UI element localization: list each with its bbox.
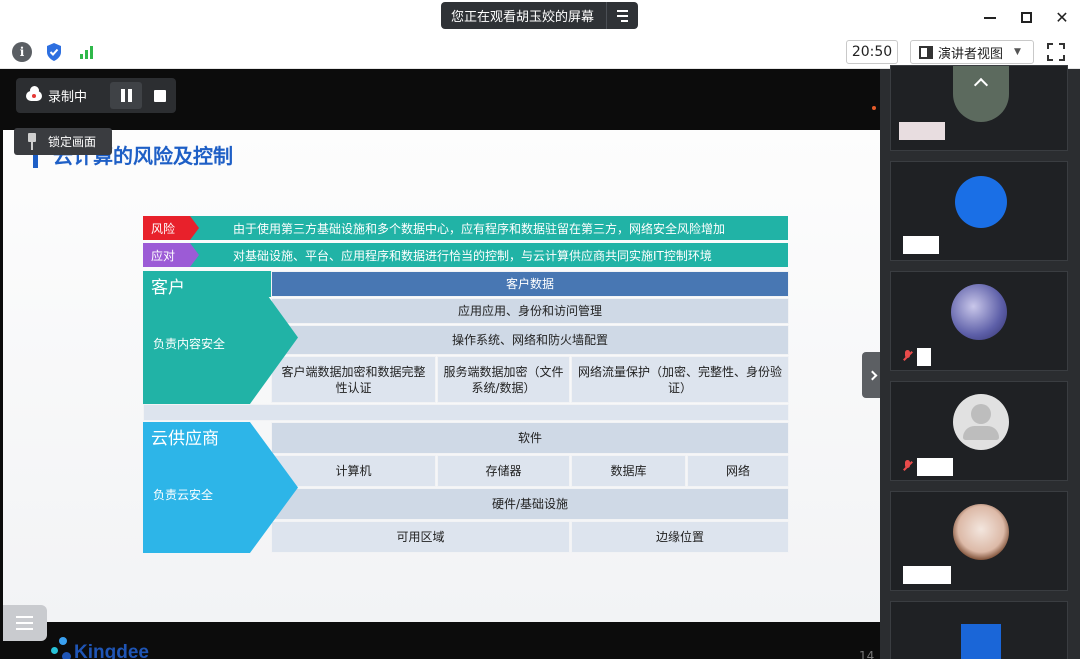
avatar (951, 284, 1007, 340)
edge-location-cell: 边缘位置 (571, 521, 789, 553)
risk-text: 由于使用第三方基础设施和多个数据中心，应有程序和数据驻留在第三方，网络安全风险增… (233, 221, 726, 236)
customer-subtitle: 负责内容安全 (153, 337, 226, 351)
avatar (953, 504, 1009, 560)
chevron-right-icon (867, 370, 877, 380)
close-icon: ✕ (1055, 8, 1069, 27)
customer-title: 客户 (151, 278, 185, 298)
pause-recording-button[interactable] (110, 82, 142, 109)
kingdee-logo: Kingdee (49, 635, 159, 659)
minimize-icon (984, 16, 996, 19)
minimize-button[interactable] (972, 0, 1008, 35)
signal-icon[interactable] (76, 42, 96, 62)
computer-cell: 计算机 (271, 455, 436, 487)
status-dot (872, 106, 876, 110)
hardware-cell: 硬件/基础设施 (271, 488, 789, 520)
participant-tile[interactable] (890, 381, 1068, 481)
name-tag (917, 348, 931, 366)
customer-data-cell: 客户数据 (271, 271, 789, 297)
presentation-slide: 云计算的风险及控制 风险 由于使用第三方基础设施和多个数据中心，应有程序和数据驻… (3, 130, 880, 659)
lock-view-label: 锁定画面 (48, 135, 97, 149)
mic-muted-icon (903, 460, 912, 472)
shield-icon[interactable] (44, 42, 64, 62)
availability-zone-cell: 可用区域 (271, 521, 570, 553)
avatar-head (971, 404, 991, 424)
traffic-protection-cell: 网络流量保护（加密、完整性、身份验证） (571, 356, 789, 403)
database-cell: 数据库 (571, 455, 686, 487)
maximize-button[interactable] (1008, 0, 1044, 35)
name-tag (899, 122, 945, 140)
server-encryption-cell: 服务端数据加密（文件系统/数据） (437, 356, 570, 403)
client-encryption-cell: 客户端数据加密和数据完整性认证 (271, 356, 436, 403)
mic-muted-icon (903, 350, 912, 362)
participant-panel (880, 65, 1080, 659)
participant-tile[interactable] (890, 491, 1068, 591)
risk-banner: 风险 由于使用第三方基础设施和多个数据中心，应有程序和数据驻留在第三方，网络安全… (143, 216, 788, 240)
maximize-icon (1020, 12, 1032, 23)
chevron-down-icon: ▼ (1014, 47, 1021, 57)
os-network-cell: 操作系统、网络和防火墙配置 (271, 325, 789, 355)
slide-list-button[interactable] (3, 605, 47, 641)
risk-tag: 风险 (143, 216, 199, 240)
avatar (953, 66, 1009, 122)
name-tag (903, 236, 939, 254)
cloud-icon (26, 85, 42, 101)
share-text: 您正在观看胡玉姣的屏幕 (451, 10, 595, 25)
participant-tile[interactable] (890, 271, 1068, 371)
participant-tile[interactable] (890, 161, 1068, 261)
avatar (961, 624, 1001, 659)
slide-page-number: 14 (859, 649, 875, 659)
response-tag: 应对 (143, 243, 199, 267)
fullscreen-icon[interactable] (1046, 42, 1066, 62)
software-cell: 软件 (271, 422, 789, 454)
response-text: 对基础设施、平台、应用程序和数据进行恰当的控制，与云计算供应商共同实施IT控制环… (233, 248, 712, 263)
name-tag (903, 566, 951, 584)
view-mode-select[interactable]: 演讲者视图 ▼ (910, 40, 1034, 64)
provider-subtitle: 负责云安全 (153, 488, 214, 502)
meeting-toolbar: i 20:50 演讲者视图 ▼ (0, 35, 1080, 69)
avatar-body (963, 426, 999, 440)
share-menu-icon[interactable] (607, 9, 637, 22)
logo-text: Kingdee (74, 642, 149, 659)
meeting-time: 20:50 (846, 40, 898, 64)
recording-label: 录制中 (48, 90, 88, 105)
stop-recording-button[interactable] (144, 82, 176, 109)
screen-share-indicator[interactable]: 您正在观看胡玉姣的屏幕 (441, 2, 638, 29)
participant-tile[interactable] (890, 65, 1068, 151)
window-controls: ✕ (972, 0, 1080, 35)
provider-title: 云供应商 (151, 429, 219, 449)
pin-icon (26, 133, 38, 150)
layout-icon (919, 45, 933, 59)
recording-bar: 录制中 (16, 78, 176, 113)
participant-tile[interactable] (890, 601, 1068, 659)
response-banner: 应对 对基础设施、平台、应用程序和数据进行恰当的控制，与云计算供应商共同实施IT… (143, 243, 788, 267)
spacer-row (143, 404, 789, 421)
lock-view-tooltip[interactable]: 锁定画面 (14, 128, 112, 155)
view-mode-label: 演讲者视图 (938, 46, 1004, 62)
network-cell: 网络 (687, 455, 789, 487)
avatar (955, 176, 1007, 228)
app-identity-cell: 应用应用、身份和访问管理 (271, 298, 789, 324)
name-tag (917, 458, 953, 476)
window-titlebar: 您正在观看胡玉姣的屏幕 ✕ (0, 0, 1080, 35)
info-icon[interactable]: i (12, 42, 32, 62)
shared-screen-stage: 云计算的风险及控制 风险 由于使用第三方基础设施和多个数据中心，应有程序和数据驻… (0, 69, 880, 659)
storage-cell: 存储器 (437, 455, 570, 487)
close-button[interactable]: ✕ (1044, 0, 1080, 35)
